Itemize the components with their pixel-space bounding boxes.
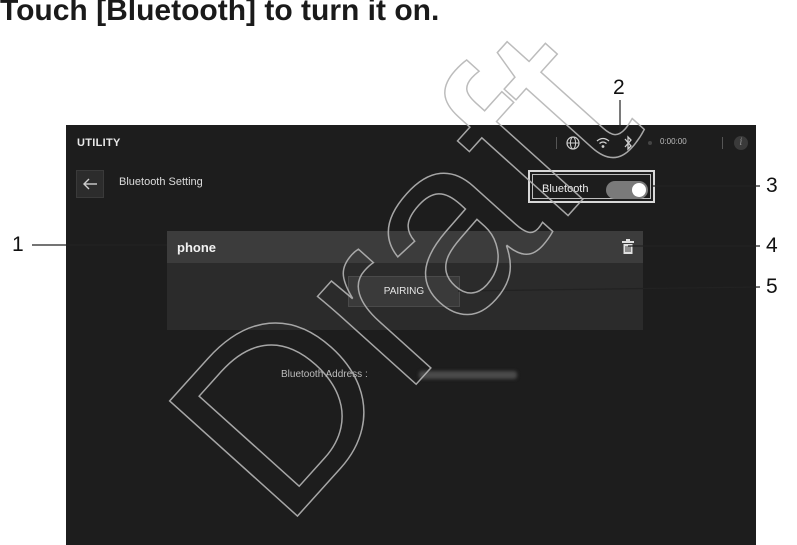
watermark-text: Draft — [116, 0, 686, 545]
draft-watermark: Draft — [115, 0, 686, 545]
